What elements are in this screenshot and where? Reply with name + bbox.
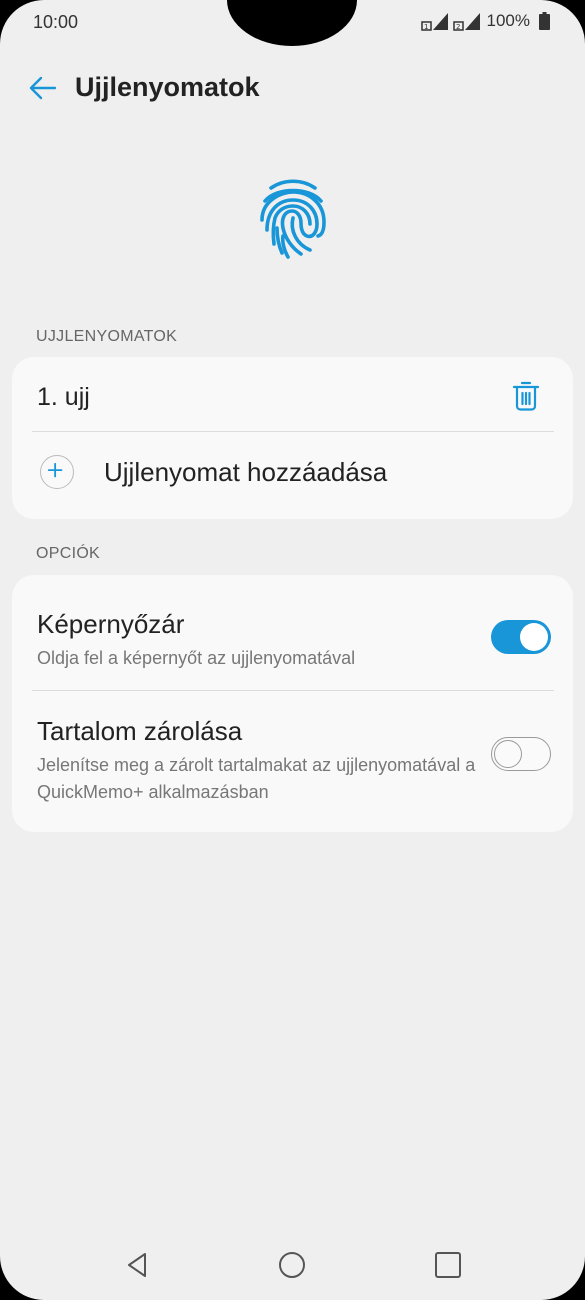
trash-icon[interactable] <box>512 380 540 412</box>
options-card: Képernyőzár Oldja fel a képernyőt az ujj… <box>12 575 573 832</box>
option-title: Tartalom zárolása <box>37 716 243 746</box>
fingerprints-card: 1. ujj Ujjlenyomat hozzáadása <box>12 357 573 519</box>
fingerprint-icon <box>260 179 326 259</box>
option-subtitle: Jelenítse meg a zárolt tartalmakat az uj… <box>37 755 476 802</box>
add-fingerprint-button[interactable]: Ujjlenyomat hozzáadása <box>12 432 573 518</box>
status-time: 10:00 <box>33 12 79 32</box>
nav-recents-icon[interactable] <box>433 1250 463 1280</box>
page-title: Ujjlenyomatok <box>75 72 260 102</box>
signal-sim2-icon: 2 <box>452 13 480 31</box>
option-subtitle: Oldja fel a képernyőt az ujjlenyomatával <box>37 648 356 668</box>
navigation-bar <box>0 1230 585 1300</box>
option-screen-lock[interactable]: Képernyőzár Oldja fel a képernyőt az ujj… <box>12 575 573 690</box>
option-title: Képernyőzár <box>37 609 185 639</box>
section-label-fingerprints: UJJLENYOMATOK <box>36 328 178 345</box>
nav-home-icon[interactable] <box>277 1250 307 1280</box>
back-arrow-icon[interactable] <box>28 73 58 103</box>
nav-back-icon[interactable] <box>123 1250 153 1280</box>
add-fingerprint-label: Ujjlenyomat hozzáadása <box>104 457 388 487</box>
section-label-options: OPCIÓK <box>36 545 101 562</box>
svg-text:2: 2 <box>456 23 460 31</box>
content-lock-toggle[interactable] <box>491 737 551 771</box>
toggle-knob <box>494 739 522 768</box>
toggle-knob <box>520 623 548 651</box>
screen-lock-toggle[interactable] <box>491 620 551 654</box>
battery-icon <box>539 12 550 30</box>
fingerprint-item[interactable]: 1. ujj <box>12 357 573 431</box>
screen: 10:00 1 2 100% Ujjlenyomatok UJJLENYOMAT… <box>0 0 585 1300</box>
signal-sim1-icon: 1 <box>420 13 448 31</box>
status-icons: 1 2 100% <box>420 11 550 31</box>
fingerprint-label: 1. ujj <box>37 383 90 411</box>
svg-text:1: 1 <box>424 23 428 31</box>
plus-icon <box>40 455 74 489</box>
option-content-lock[interactable]: Tartalom zárolása Jelenítse meg a zárolt… <box>12 691 573 832</box>
battery-percent: 100% <box>486 11 530 30</box>
app-bar: Ujjlenyomatok <box>0 60 585 116</box>
status-bar: 10:00 1 2 100% <box>0 0 585 46</box>
